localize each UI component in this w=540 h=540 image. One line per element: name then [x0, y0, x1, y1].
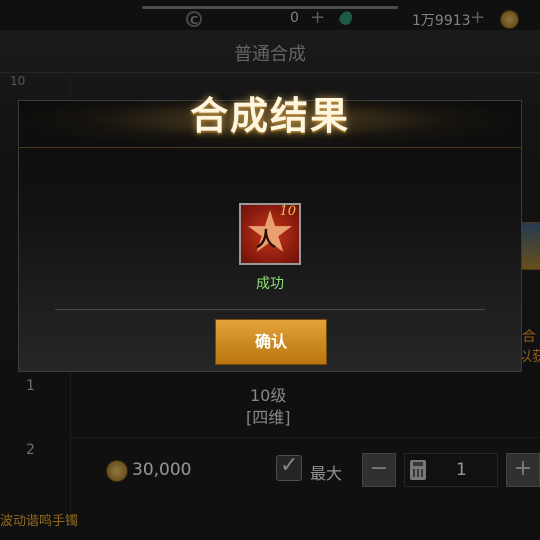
- dialog-title: 合成结果: [189, 94, 350, 138]
- result-status: 成功: [256, 276, 284, 292]
- dialog-header: 合成结果: [19, 94, 521, 148]
- confirm-button[interactable]: 确认: [215, 319, 327, 365]
- figure-icon: 人: [256, 227, 276, 251]
- dialog-divider: [55, 309, 485, 310]
- synthesis-result-dialog: 合成结果 人 10 成功 确认: [18, 94, 522, 372]
- item-level-badge: 10: [279, 204, 296, 219]
- result-item-icon[interactable]: 人 10: [239, 203, 301, 265]
